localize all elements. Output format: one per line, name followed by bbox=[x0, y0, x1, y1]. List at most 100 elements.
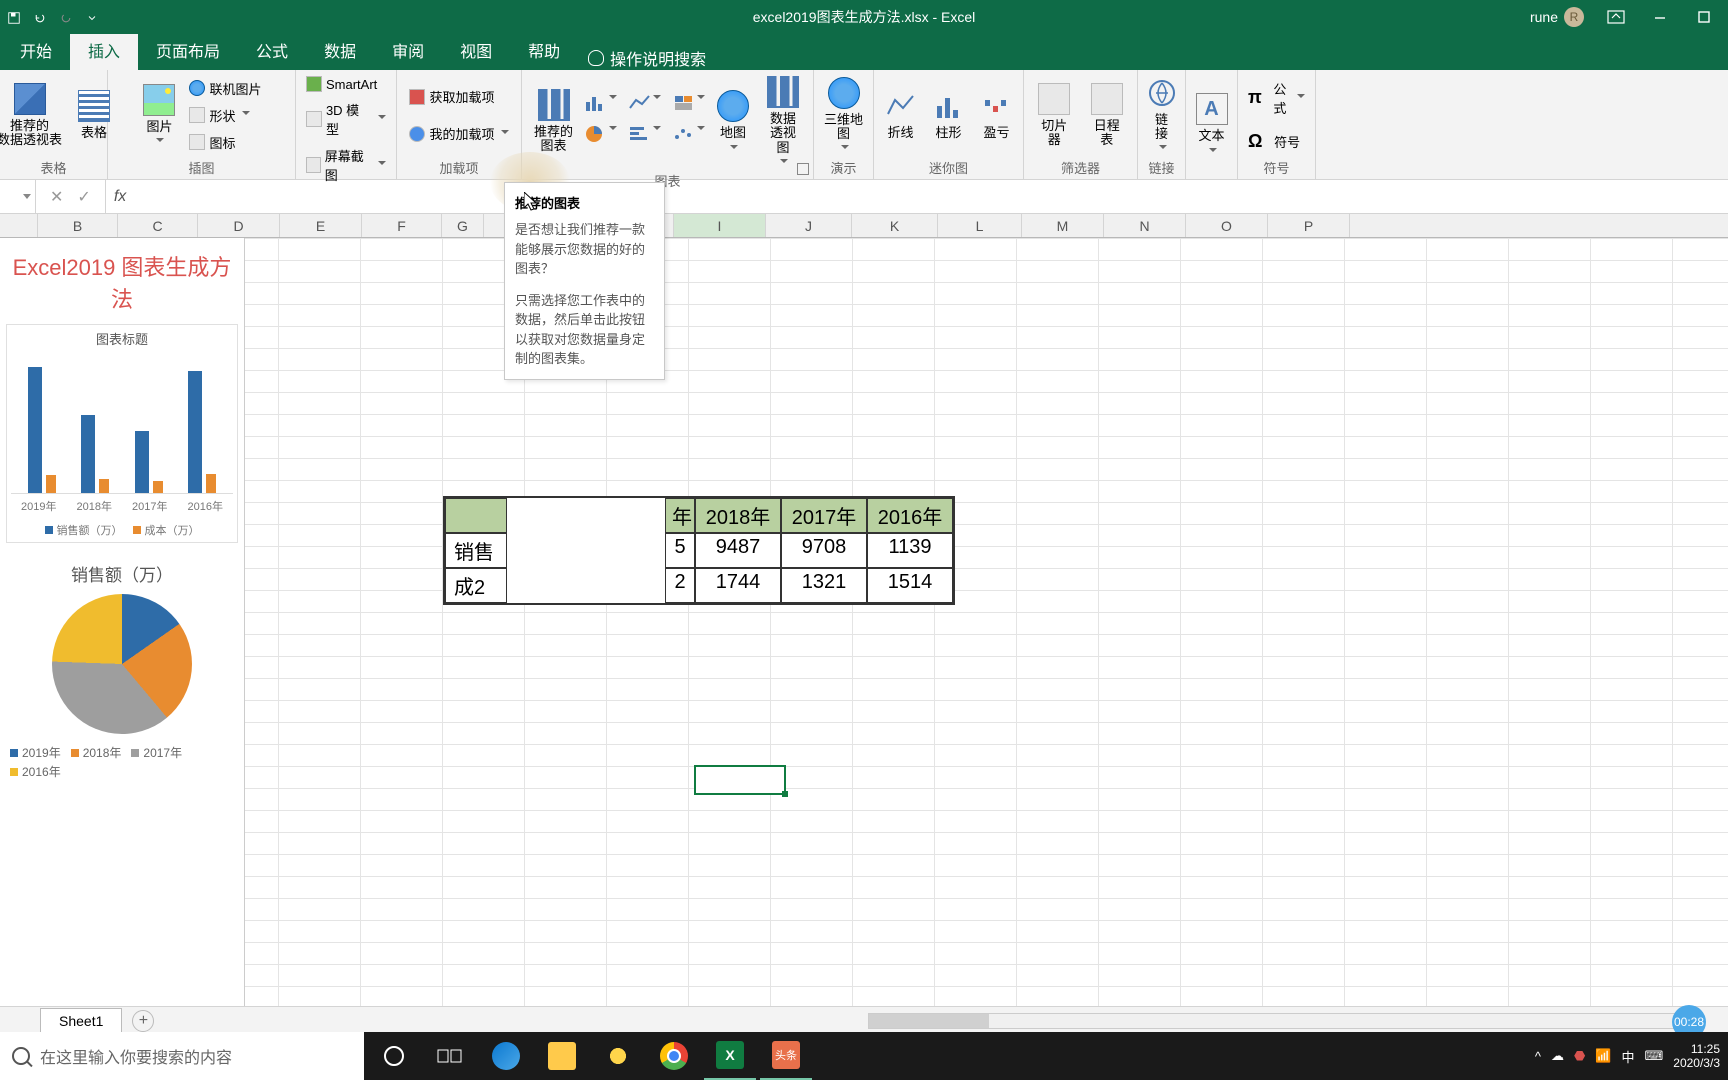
col-N[interactable]: N bbox=[1104, 214, 1186, 237]
fx-icon[interactable]: fx bbox=[106, 188, 134, 206]
window-title: excel2019图表生成方法.xlsx - Excel bbox=[753, 7, 976, 27]
smartart-button[interactable]: SmartArt bbox=[304, 74, 388, 94]
tab-home[interactable]: 开始 bbox=[2, 30, 70, 70]
group-symbols-label: 符号 bbox=[1263, 156, 1289, 177]
add-sheet-button[interactable]: + bbox=[132, 1010, 154, 1032]
minimize-button[interactable] bbox=[1648, 5, 1672, 29]
shapes-button[interactable]: 形状 bbox=[187, 104, 263, 127]
save-icon[interactable] bbox=[8, 11, 20, 23]
taskbar-search[interactable]: 在这里输入你要搜索的内容 bbox=[0, 1032, 364, 1080]
col-I[interactable]: I bbox=[674, 214, 766, 237]
sparkline-column-button[interactable]: 柱形 bbox=[929, 88, 969, 142]
group-tables-label: 表格 bbox=[40, 156, 66, 177]
cortana-icon[interactable] bbox=[368, 1032, 420, 1080]
user-account[interactable]: rune R bbox=[1530, 7, 1584, 27]
bar-chart-thumbnail[interactable]: 图表标题 2019年 2018年 2017年 2016年 销售额（万） 成本（万… bbox=[6, 324, 238, 543]
col-L[interactable]: L bbox=[938, 214, 1022, 237]
timeline-button[interactable]: 日程表 bbox=[1085, 81, 1130, 150]
line-chart-icon[interactable] bbox=[629, 94, 661, 117]
data-table[interactable]: 年 2018年 2017年 2016年 销售 5 9487 9708 1139 … bbox=[443, 496, 955, 605]
tray-security-icon[interactable]: ⬣ bbox=[1574, 1048, 1585, 1064]
tray-onedrive-icon[interactable]: ☁ bbox=[1551, 1048, 1564, 1064]
tab-insert[interactable]: 插入 bbox=[70, 30, 138, 70]
pivotchart-button[interactable]: 数据透视图 bbox=[761, 74, 805, 169]
col-O[interactable]: O bbox=[1186, 214, 1268, 237]
explorer-icon[interactable] bbox=[536, 1032, 588, 1080]
maximize-button[interactable] bbox=[1692, 5, 1716, 29]
tab-view[interactable]: 视图 bbox=[442, 30, 510, 70]
charts-dialog-launcher[interactable] bbox=[797, 163, 809, 175]
sparkline-line-button[interactable]: 折线 bbox=[881, 88, 921, 142]
col-M[interactable]: M bbox=[1022, 214, 1104, 237]
sheet-tab[interactable]: Sheet1 bbox=[40, 1008, 122, 1033]
get-addins-button[interactable]: 获取加载项 bbox=[407, 85, 510, 108]
hierarchy-chart-icon[interactable] bbox=[673, 94, 705, 117]
scatter-chart-icon[interactable] bbox=[673, 125, 705, 148]
qat-dropdown-icon[interactable] bbox=[86, 11, 98, 23]
pie-chart-icon[interactable] bbox=[585, 125, 617, 148]
map-button[interactable]: 地图 bbox=[713, 88, 753, 154]
tooltip: 推荐的图表 是否想让我们推荐一款能够展示您数据的好的图表？ 只需选择您工作表中的… bbox=[504, 182, 665, 380]
tray-clock[interactable]: 11:25 2020/3/3 bbox=[1673, 1042, 1720, 1071]
recommended-pivottable-button[interactable]: 推荐的 数据透视表 bbox=[0, 81, 66, 150]
pictures-button[interactable]: 图片 bbox=[139, 82, 179, 148]
col-P[interactable]: P bbox=[1268, 214, 1350, 237]
sparkline-winloss-button[interactable]: 盈亏 bbox=[977, 88, 1017, 142]
bulb-icon bbox=[588, 50, 604, 66]
selected-cell[interactable] bbox=[694, 765, 786, 795]
col-J[interactable]: J bbox=[766, 214, 852, 237]
tab-pagelayout[interactable]: 页面布局 bbox=[138, 30, 238, 70]
online-pictures-button[interactable]: 联机图片 bbox=[187, 77, 263, 100]
text-button[interactable]: A文本 bbox=[1192, 91, 1232, 157]
column-chart-icon[interactable] bbox=[585, 94, 617, 117]
group-tours-label: 演示 bbox=[830, 156, 856, 177]
fill-handle[interactable] bbox=[782, 791, 788, 797]
3dmodel-button[interactable]: 3D 模型 bbox=[304, 98, 388, 140]
col-G[interactable]: G bbox=[442, 214, 484, 237]
taskview-icon[interactable] bbox=[424, 1032, 476, 1080]
icons-button[interactable]: 图标 bbox=[187, 131, 263, 154]
col-C[interactable]: C bbox=[118, 214, 198, 237]
col-F[interactable]: F bbox=[362, 214, 442, 237]
sidebar-title: Excel2019 图表生成方法 bbox=[4, 250, 240, 314]
ime-mode-icon[interactable]: ⌨ bbox=[1645, 1048, 1664, 1064]
pie-chart-title: 销售额（万） bbox=[8, 561, 236, 586]
excel-icon[interactable]: X bbox=[704, 1032, 756, 1080]
tell-me[interactable]: 操作说明搜索 bbox=[588, 46, 706, 70]
chrome-icon[interactable] bbox=[648, 1032, 700, 1080]
link-button[interactable]: 链 接 bbox=[1142, 75, 1182, 156]
tab-data[interactable]: 数据 bbox=[306, 30, 374, 70]
col-D[interactable]: D bbox=[198, 214, 280, 237]
spreadsheet-grid[interactable] bbox=[245, 238, 1728, 1006]
3dmap-button[interactable]: 三维地 图 bbox=[820, 75, 867, 156]
tab-review[interactable]: 审阅 bbox=[374, 30, 442, 70]
pie-chart-thumbnail[interactable]: 销售额（万） 2019年 2018年 2017年 2016年 bbox=[4, 557, 240, 784]
horizontal-scrollbar[interactable] bbox=[868, 1013, 1680, 1029]
name-box[interactable] bbox=[0, 180, 36, 213]
col-E[interactable]: E bbox=[280, 214, 362, 237]
equation-button[interactable]: π 公式 bbox=[1246, 77, 1307, 119]
undo-icon[interactable] bbox=[34, 11, 46, 23]
slicer-button[interactable]: 切片器 bbox=[1032, 81, 1077, 150]
my-addins-button[interactable]: 我的加载项 bbox=[407, 122, 510, 145]
tray-network-icon[interactable]: 📶 bbox=[1595, 1048, 1611, 1064]
group-illustrations-label: 插图 bbox=[188, 156, 214, 177]
ime-indicator[interactable]: 中 bbox=[1622, 1047, 1635, 1066]
recommended-charts-button[interactable]: 推荐的 图表 bbox=[530, 87, 577, 156]
edge-icon[interactable] bbox=[480, 1032, 532, 1080]
tab-formulas[interactable]: 公式 bbox=[238, 30, 306, 70]
ribbon-display-icon[interactable] bbox=[1604, 5, 1628, 29]
tab-help[interactable]: 帮助 bbox=[510, 30, 578, 70]
cancel-icon[interactable]: ✕ bbox=[50, 187, 63, 207]
enter-icon[interactable]: ✓ bbox=[77, 187, 90, 207]
toutiao-icon[interactable]: 头条 bbox=[760, 1032, 812, 1080]
symbol-button[interactable]: Ω 符号 bbox=[1246, 129, 1307, 154]
col-B[interactable]: B bbox=[38, 214, 118, 237]
col-K[interactable]: K bbox=[852, 214, 938, 237]
tray-up-icon[interactable]: ^ bbox=[1535, 1049, 1541, 1064]
weather-icon[interactable] bbox=[592, 1032, 644, 1080]
screenshot-button[interactable]: 屏幕截图 bbox=[304, 144, 388, 186]
bar-chart-icon[interactable] bbox=[629, 125, 661, 148]
redo-icon[interactable] bbox=[60, 11, 72, 23]
sidebar-panel: Excel2019 图表生成方法 图表标题 2019年 2018年 2017年 … bbox=[0, 238, 245, 1006]
